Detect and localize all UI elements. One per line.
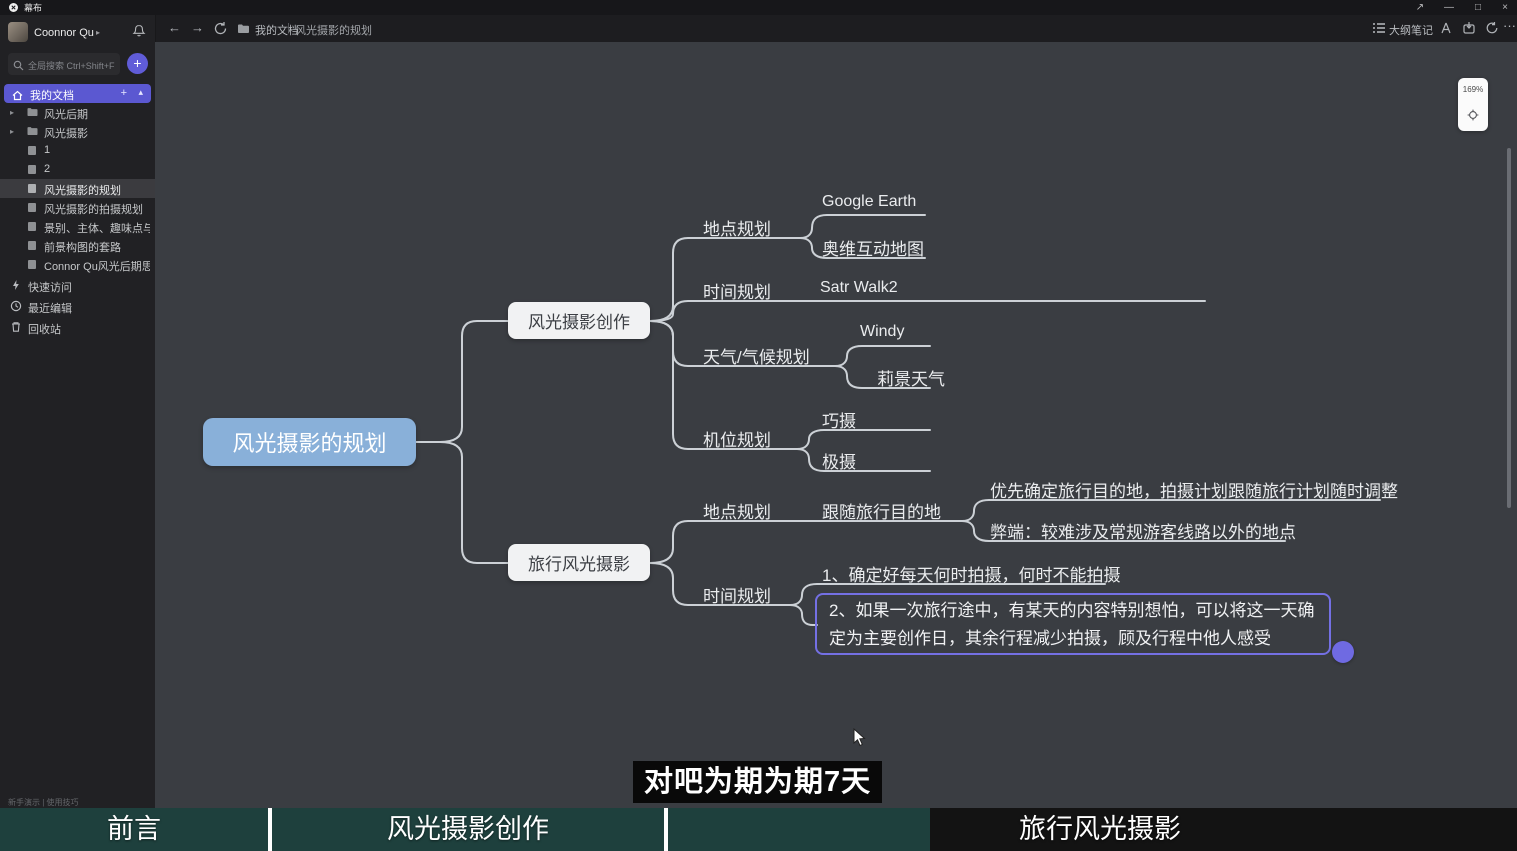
forward-button[interactable]: → — [191, 20, 204, 35]
doc-icon — [27, 164, 38, 175]
format-icon[interactable] — [1439, 21, 1454, 36]
editor-toolbar: ← → 我的文档 | 风光摄影的规划 大纲笔记 ··· — [155, 15, 1517, 43]
folder-icon — [27, 126, 38, 137]
app-logo-icon — [9, 3, 18, 12]
sidebar-item-doc[interactable]: Connor Qu风光后期思维导图 — [0, 255, 155, 274]
caret-right-icon[interactable]: ▸ — [10, 108, 14, 117]
sidebar: Coonnor Qu ▸ 全局搜索 Ctrl+Shift+F + 我的文档 + … — [0, 15, 156, 808]
sidebar-footer-hint[interactable]: 新手演示 | 使用技巧 — [8, 797, 79, 808]
doc-icon — [27, 202, 38, 213]
sidebar-item-folder-2[interactable]: ▸ 风光摄影 — [0, 122, 155, 141]
mindmap-node[interactable]: Windy — [860, 323, 904, 341]
refresh-icon[interactable] — [213, 21, 228, 36]
canvas-scrollbar[interactable] — [1507, 148, 1511, 508]
clock-icon — [10, 300, 22, 312]
sync-icon[interactable] — [1485, 21, 1500, 36]
outline-list-icon[interactable] — [1373, 23, 1388, 38]
collapse-icon[interactable]: ▴ — [138, 87, 143, 98]
mindmap-node[interactable]: Google Earth — [822, 193, 916, 211]
chapter-bar: 前言 风光摄影创作 旅行风光摄影 — [0, 808, 1517, 851]
doc-icon — [27, 259, 38, 270]
doc-icon — [27, 145, 38, 156]
mindmap-node[interactable]: 跟随旅行目的地 — [822, 498, 941, 523]
sidebar-item-trash[interactable]: 回收站 — [0, 318, 155, 337]
sidebar-item-folder-1[interactable]: ▸ 风光后期 — [0, 103, 155, 122]
zoom-panel[interactable]: 169% — [1458, 78, 1488, 131]
sidebar-item-quick-access[interactable]: 快速访问 — [0, 276, 155, 295]
sidebar-item-recent[interactable]: 最近编辑 — [0, 297, 155, 316]
global-search-input[interactable]: 全局搜索 Ctrl+Shift+F — [8, 53, 120, 75]
my-docs-header[interactable]: 我的文档 + ▴ — [4, 84, 151, 103]
bell-icon[interactable] — [132, 24, 146, 38]
mindmap-branch-travel[interactable]: 旅行风光摄影 — [508, 544, 650, 581]
new-doc-button[interactable]: + — [127, 53, 148, 74]
user-caret-icon: ▸ — [96, 28, 100, 37]
avatar[interactable] — [8, 22, 28, 42]
mindmap-node[interactable]: 机位规划 — [703, 426, 771, 451]
chapter-tab-creation[interactable]: 风光摄影创作 — [272, 808, 664, 851]
pin-window-icon[interactable]: ↗ — [1410, 0, 1430, 15]
sidebar-item-doc[interactable]: 1 — [0, 141, 155, 160]
mindmap-node[interactable]: 极摄 — [822, 448, 856, 473]
user-name[interactable]: Coonnor Qu — [34, 27, 94, 39]
mindmap-branch-creation[interactable]: 风光摄影创作 — [508, 302, 650, 339]
doc-icon — [27, 240, 38, 251]
sidebar-item-doc[interactable]: 景别、主体、趣味点与前景… — [0, 217, 155, 236]
mindmap-node[interactable]: 1、确定好每天何时拍摄，何时不能拍摄 — [822, 561, 1120, 586]
mindmap-node[interactable]: 弊端：较难涉及常规游客线路以外的地点 — [990, 518, 1296, 543]
sidebar-item-doc-selected[interactable]: 风光摄影的规划 — [0, 179, 155, 198]
sidebar-item-doc[interactable]: 风光摄影的拍摄规划 — [0, 198, 155, 217]
search-icon — [13, 58, 24, 69]
zoom-level: 169% — [1458, 85, 1488, 94]
lightning-icon — [10, 279, 22, 291]
my-docs-label: 我的文档 — [30, 87, 74, 103]
doc-icon — [27, 183, 38, 194]
mindmap-node[interactable]: 巧摄 — [822, 407, 856, 432]
minimize-button[interactable]: — — [1439, 0, 1459, 15]
close-button[interactable]: × — [1495, 0, 1515, 15]
add-doc-icon[interactable]: + — [121, 87, 127, 99]
doc-icon — [27, 221, 38, 232]
add-child-node-button[interactable] — [1332, 641, 1354, 663]
search-placeholder: 全局搜索 Ctrl+Shift+F — [28, 59, 115, 72]
mindmap-node[interactable]: Satr Walk2 — [820, 279, 898, 297]
back-button[interactable]: ← — [168, 20, 181, 35]
app-name: 幕布 — [24, 1, 42, 14]
breadcrumb-doc-title: 风光摄影的规划 — [295, 22, 372, 38]
mindmap-node[interactable]: 奥维互动地图 — [822, 235, 924, 260]
sidebar-item-doc[interactable]: 2 — [0, 160, 155, 179]
maximize-button[interactable]: □ — [1468, 0, 1488, 15]
chapter-tab-travel[interactable]: 旅行风光摄影 — [930, 808, 1270, 851]
trash-icon — [10, 321, 22, 333]
mindmap-root-node[interactable]: 风光摄影的规划 — [203, 418, 416, 466]
mindmap-node[interactable]: 天气/气候规划 — [703, 343, 810, 368]
mindmap-node[interactable]: 地点规划 — [703, 215, 771, 240]
breadcrumb-divider: | — [287, 22, 290, 34]
caret-right-icon[interactable]: ▸ — [10, 127, 14, 136]
app-window: 幕布 ↗ — □ × ← → 我的文档 | 风光摄影的规划 大纲笔记 ··· — [0, 0, 1517, 851]
outline-toggle-label[interactable]: 大纲笔记 — [1389, 22, 1433, 38]
mindmap-node[interactable]: 优先确定旅行目的地，拍摄计划跟随旅行计划随时调整 — [990, 477, 1398, 502]
more-menu-icon[interactable]: ··· — [1503, 18, 1516, 33]
mindmap-node[interactable]: 时间规划 — [703, 582, 771, 607]
sidebar-item-doc[interactable]: 前景构图的套路 — [0, 236, 155, 255]
folder-icon — [237, 23, 252, 38]
mindmap-node[interactable]: 地点规划 — [703, 498, 771, 523]
folder-icon — [27, 107, 38, 118]
export-icon[interactable] — [1462, 21, 1477, 36]
locate-center-icon[interactable] — [1467, 108, 1479, 120]
video-subtitle: 对吧为期为期7天 — [633, 761, 882, 803]
breadcrumb-folder[interactable]: 我的文档 — [255, 22, 299, 38]
chapter-tab-empty[interactable] — [668, 808, 930, 851]
mindmap-canvas[interactable]: 风光摄影的规划 风光摄影创作 旅行风光摄影 地点规划 Google Earth … — [155, 42, 1517, 808]
mindmap-node-selected[interactable]: 2、如果一次旅行途中，有某天的内容特别想怕，可以将这一天确定为主要创作日，其余行… — [815, 593, 1331, 655]
mindmap-node[interactable]: 莉景天气 — [877, 365, 945, 390]
mouse-cursor — [853, 728, 867, 748]
mindmap-node[interactable]: 时间规划 — [703, 278, 771, 303]
title-bar: 幕布 ↗ — □ × — [0, 0, 1517, 15]
home-icon — [12, 88, 23, 99]
chapter-tab-intro[interactable]: 前言 — [0, 808, 268, 851]
